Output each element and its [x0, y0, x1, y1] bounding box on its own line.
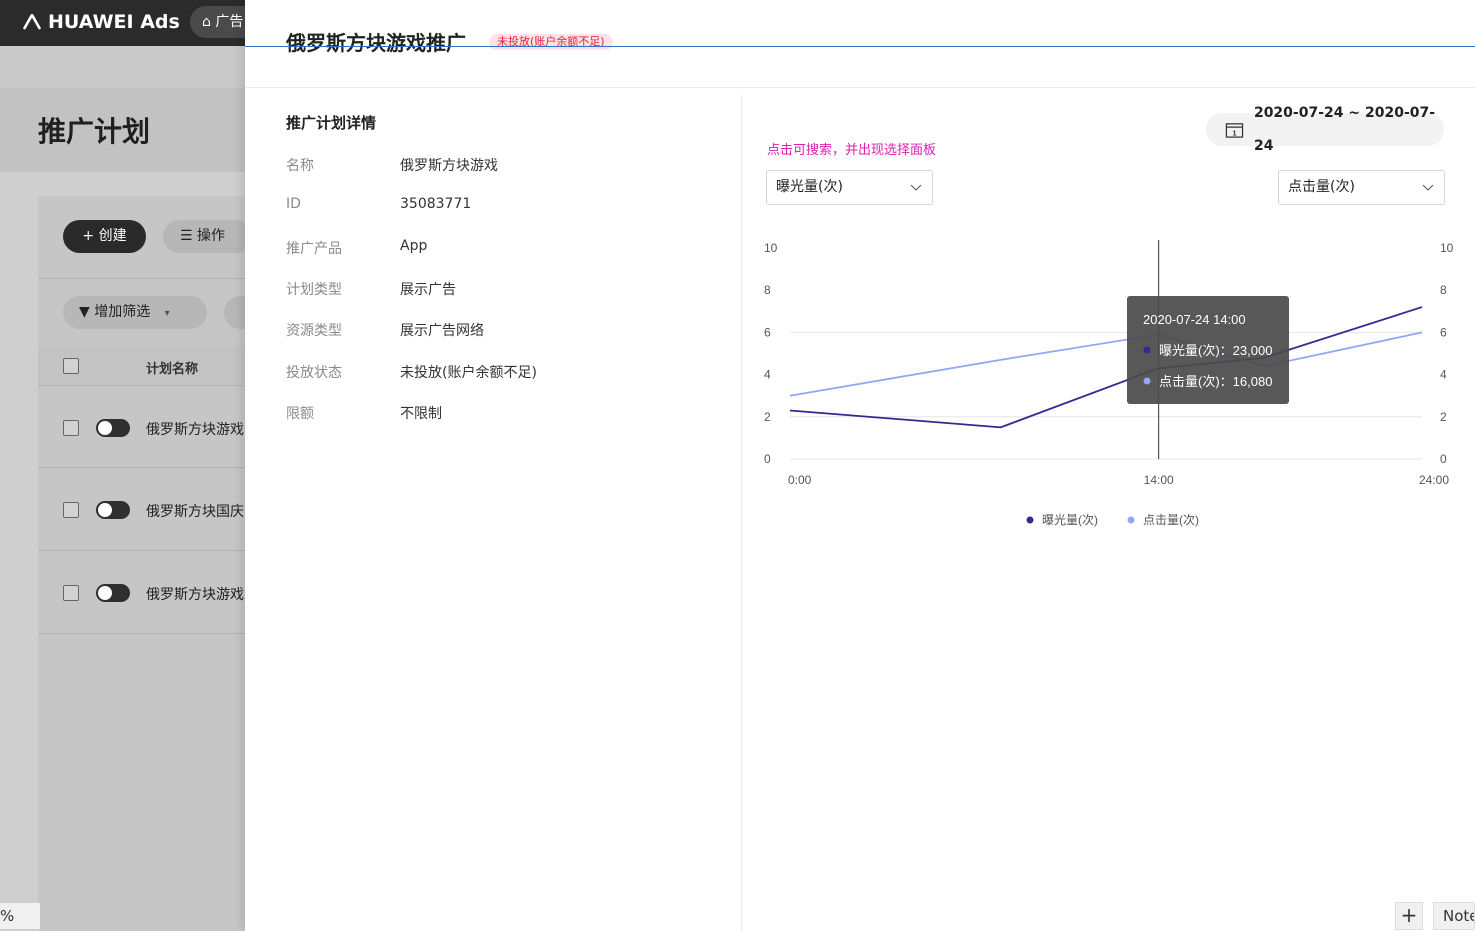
row-status-toggle[interactable]: [96, 501, 130, 519]
right-metric-select[interactable]: 点击量(次): [1278, 170, 1445, 205]
y-tick-right: 10: [1440, 241, 1454, 255]
table-row-name[interactable]: 俄罗斯方块游戏: [146, 419, 245, 439]
caret-down-icon: ▾: [164, 308, 170, 319]
create-button-label: 创建: [98, 228, 127, 244]
x-tick-label: 14:00: [1144, 473, 1174, 487]
row-checkbox[interactable]: [63, 502, 79, 518]
column-header-name: 计划名称: [146, 362, 199, 377]
home-icon: ⌂: [202, 14, 211, 30]
tooltip-line: 点击量(次)：16,080: [1159, 374, 1272, 389]
y-tick-right: 4: [1440, 368, 1447, 382]
row-divider: [38, 550, 245, 551]
row-checkbox[interactable]: [63, 420, 79, 436]
zoom-control: % +: [0, 903, 40, 929]
brand-name: HUAWEI Ads: [48, 11, 180, 33]
chevron-down-icon: [1422, 171, 1434, 217]
legend-label: 点击量(次): [1143, 513, 1199, 527]
y-tick-left: 2: [764, 410, 771, 424]
detail-label: 推广产品: [286, 241, 342, 257]
metrics-line-chart: 0 2 4 6 8 10 0 2 4 6 8 10 0:00 14:00 24:00 2020-07-24 1…: [764, 240, 1454, 527]
tooltip-title: 2020-07-24 14:00: [1143, 312, 1246, 327]
add-filter-button[interactable]: ▼ 增加筛选 ▾: [63, 296, 207, 329]
detail-value: 俄罗斯方块游戏: [400, 158, 498, 174]
detail-label: 限额: [286, 406, 314, 422]
status-badge: 未投放(账户余额不足): [489, 34, 613, 50]
operations-button-label: 操作: [197, 228, 226, 244]
y-tick-left: 10: [764, 241, 778, 255]
select-all-checkbox[interactable]: [63, 358, 79, 374]
legend-label: 曝光量(次): [1042, 513, 1098, 527]
table-row-name[interactable]: 俄罗斯方块国庆: [146, 501, 245, 521]
date-range-text: 2020-07-24 ~ 2020-07-24: [1253, 104, 1436, 154]
create-button[interactable]: + 创建: [63, 220, 146, 253]
left-metric-select[interactable]: 曝光量(次): [766, 170, 933, 205]
note-add-button[interactable]: +: [1395, 902, 1423, 930]
row-divider: [38, 467, 245, 468]
column-divider: [741, 95, 742, 931]
add-filter-label: 增加筛选: [94, 304, 151, 320]
row-status-toggle[interactable]: [96, 419, 130, 437]
detail-value: 35083771: [400, 196, 472, 212]
y-tick-right: 0: [1440, 452, 1447, 466]
toolbar-divider: [38, 278, 245, 279]
drawer-header: 俄罗斯方块游戏推广 未投放(账户余额不足): [245, 0, 1475, 88]
tooltip-dot: [1143, 377, 1151, 385]
series-line-impressions: [789, 306, 1423, 429]
chevron-down-icon: [910, 171, 922, 217]
nav-pill-label: 广告: [215, 14, 244, 30]
y-tick-left: 4: [764, 368, 771, 382]
menu-icon: ☰: [180, 228, 198, 244]
y-tick-left: 6: [764, 325, 771, 339]
svg-text:1: 1: [1232, 128, 1236, 137]
y-tick-right: 6: [1440, 325, 1447, 339]
zoom-percent: %: [0, 907, 15, 925]
tooltip-dot: [1143, 346, 1151, 354]
search-hint: 点击可搜索，并出现选择面板: [767, 143, 937, 158]
row-checkbox[interactable]: [63, 585, 79, 601]
x-tick-label: 24:00: [1419, 473, 1449, 487]
detail-label: 资源类型: [286, 323, 342, 339]
y-tick-left: 8: [764, 283, 771, 297]
details-section-title: 推广计划详情: [286, 114, 377, 132]
filter-icon: ▼: [79, 304, 95, 320]
row-divider: [38, 633, 245, 634]
campaign-detail-drawer: 俄罗斯方块游戏推广 未投放(账户余额不足) 推广计划详情 名称 俄罗斯方块游戏 ID…: [245, 0, 1475, 931]
detail-value: 不限制: [400, 406, 442, 422]
detail-value: 展示广告网络: [400, 323, 484, 339]
page-title: 推广计划: [38, 115, 151, 148]
secondary-bar: [0, 46, 245, 88]
plus-icon: +: [82, 228, 99, 244]
detail-value: 展示广告: [400, 282, 456, 298]
drawer-title: 俄罗斯方块游戏推广: [286, 31, 466, 55]
calendar-icon: 1: [1225, 122, 1244, 138]
y-tick-left: 0: [764, 452, 771, 466]
series-line-clicks: [789, 331, 1423, 397]
header-accent-line: [245, 46, 1475, 47]
y-tick-right: 2: [1440, 410, 1447, 424]
note-button[interactable]: Note: [1433, 902, 1475, 930]
operations-button[interactable]: ☰ 操作: [163, 220, 253, 253]
date-range-picker[interactable]: 1 2020-07-24 ~ 2020-07-24: [1206, 105, 1444, 154]
legend-marker: [1026, 516, 1034, 524]
row-status-toggle[interactable]: [96, 584, 130, 602]
x-tick-label: 0:00: [788, 473, 812, 487]
detail-value: App: [400, 238, 428, 254]
detail-label: ID: [286, 196, 301, 212]
right-metric-value: 点击量(次): [1288, 179, 1355, 195]
huawei-logo-icon: [22, 14, 42, 30]
detail-label: 计划类型: [286, 282, 342, 298]
tooltip-line: 曝光量(次)：23,000: [1159, 343, 1272, 358]
detail-value: 未投放(账户余额不足): [400, 365, 537, 381]
table-row-name[interactable]: 俄罗斯方块游戏: [146, 584, 245, 604]
brand-logo[interactable]: HUAWEI Ads: [22, 11, 180, 33]
detail-label: 投放状态: [286, 365, 342, 381]
legend-marker: [1127, 516, 1135, 524]
detail-label: 名称: [286, 158, 314, 174]
y-tick-right: 8: [1440, 283, 1447, 297]
left-metric-value: 曝光量(次): [776, 179, 843, 195]
